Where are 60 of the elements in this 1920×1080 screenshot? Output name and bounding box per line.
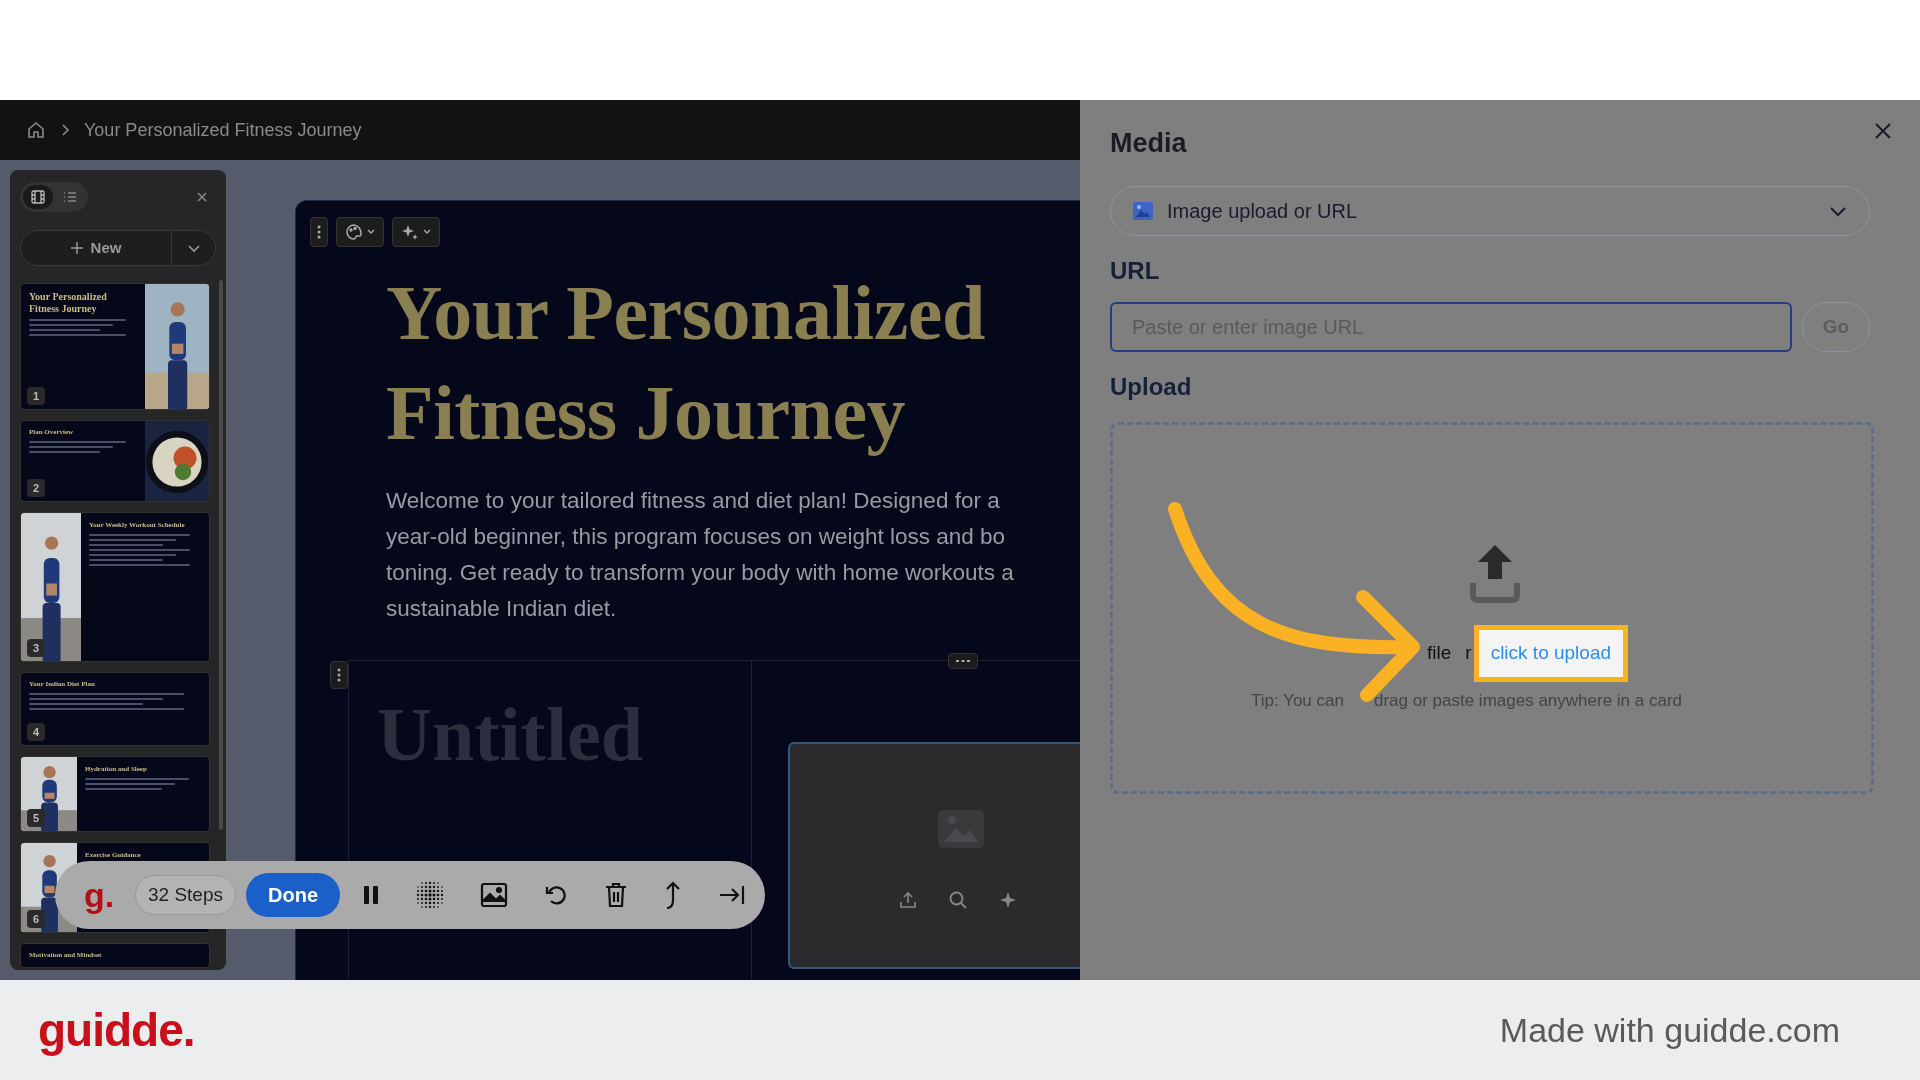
panel-title: Media (1110, 127, 1187, 160)
chevron-icon (60, 123, 70, 137)
source-dropdown[interactable]: Image upload or URL (1110, 186, 1870, 236)
done-button[interactable]: Done (246, 873, 340, 917)
close-icon[interactable] (1874, 122, 1892, 140)
delete-icon[interactable] (604, 882, 627, 908)
tip-text: Tip: You can (1251, 690, 1344, 712)
slide-number: 3 (27, 639, 45, 657)
upload-link[interactable]: click to upload (1473, 625, 1629, 682)
pause-icon[interactable] (362, 884, 380, 906)
close-icon[interactable] (196, 191, 208, 203)
slide-thumbnail[interactable]: Your Personalized Fitness Journey 1 (20, 283, 210, 410)
home-icon[interactable] (26, 120, 46, 140)
more-button[interactable] (330, 661, 348, 689)
chevron-down-icon (186, 243, 201, 253)
breadcrumb-title[interactable]: Your Personalized Fitness Journey (84, 116, 362, 144)
upload-icon (1468, 543, 1522, 603)
drop-text: file (1427, 641, 1452, 665)
slide-number: 4 (27, 723, 45, 741)
slide-paragraph: Welcome to your tailored fitness and diet plan! Designed for a year-old beginner, this program focuses on weight loss and bo toning. Get ready to transform your body with home workouts a sustainable Indian diet. (386, 487, 1014, 623)
image-icon (1133, 202, 1153, 220)
sparkle-icon (401, 223, 419, 241)
thumbnail-title: Your Personalized Fitness Journey (29, 291, 108, 314)
theme-button[interactable] (336, 217, 384, 247)
slide-number: 1 (27, 387, 45, 405)
more-button[interactable] (310, 217, 328, 247)
upload-icon[interactable] (898, 890, 918, 910)
brand-logo: g. (82, 875, 116, 915)
brand-logo: guidde. (38, 1002, 195, 1058)
search-icon[interactable] (948, 890, 968, 910)
view-tab[interactable] (23, 185, 53, 209)
steps-counter[interactable]: 32 Steps (135, 875, 236, 915)
skip-end-icon[interactable] (718, 884, 745, 906)
undo-icon[interactable] (544, 883, 569, 907)
slide-number: 5 (27, 809, 45, 827)
palette-icon (345, 223, 363, 241)
credit-text: Made with guidde.com (1499, 1009, 1840, 1051)
image-icon[interactable] (480, 882, 509, 908)
chevron-down-icon (367, 229, 375, 235)
tip-text: drag or paste images anywhere in a card (1373, 690, 1682, 712)
slide-number: 6 (27, 910, 45, 928)
chevron-down-icon (423, 229, 431, 235)
scrollbar[interactable] (219, 280, 223, 830)
blur-icon[interactable] (416, 881, 445, 909)
upload-label: Upload (1110, 372, 1193, 402)
drop-text: r (1465, 641, 1472, 665)
chevron-down-icon (1829, 205, 1847, 217)
plus-icon (70, 242, 83, 254)
filmstrip-icon (31, 190, 45, 204)
ai-button[interactable] (392, 217, 440, 247)
drop-zone[interactable]: file r click to upload Tip: You can drag or paste images anywhere in a card (1110, 422, 1874, 794)
url-label: URL (1110, 256, 1161, 286)
image-icon (938, 810, 984, 848)
handle-icon (956, 660, 970, 662)
more-icon (337, 668, 341, 682)
more-icon (317, 225, 321, 239)
slide-title: Your Personalized Fitness Journey (386, 268, 986, 458)
resize-handle[interactable] (948, 653, 978, 669)
list-icon (63, 191, 77, 203)
slide-number: 2 (27, 479, 45, 497)
